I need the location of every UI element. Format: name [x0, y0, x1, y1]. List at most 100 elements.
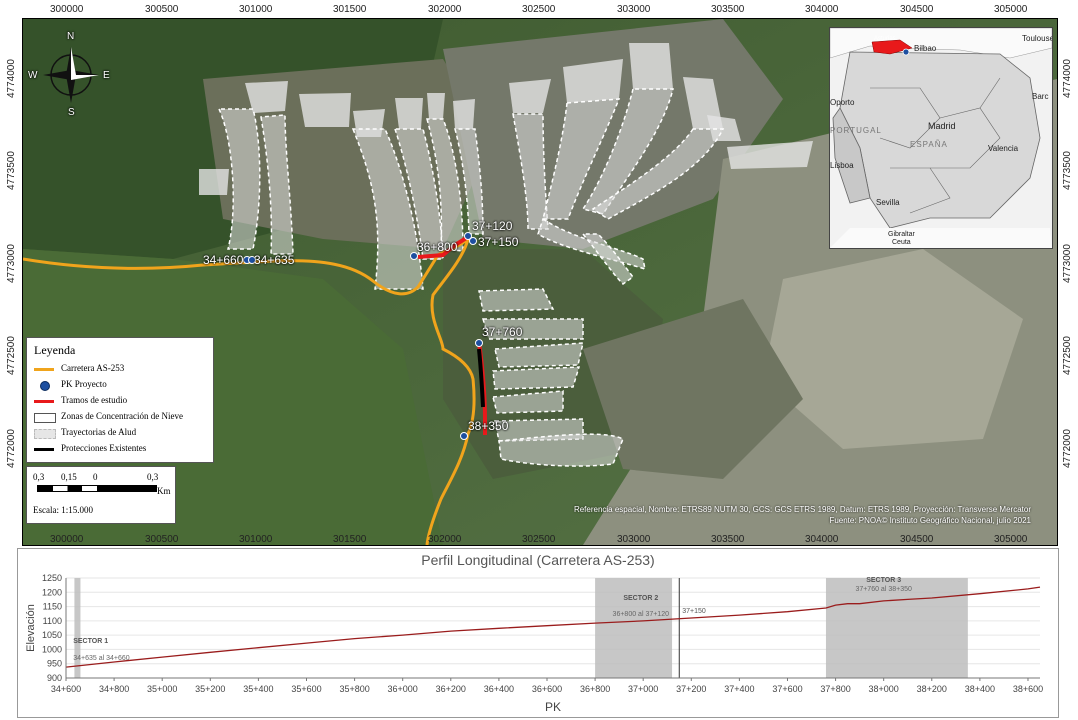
x-coord: 303500: [711, 4, 745, 15]
x-tick-label: 37+200: [676, 684, 706, 694]
x-tick-label: 37+400: [724, 684, 754, 694]
sector-shade: [74, 578, 81, 678]
x-tick-label: 38+000: [869, 684, 899, 694]
pk-marker-label: 37+150: [682, 608, 706, 615]
y-tick-label: 950: [47, 659, 62, 669]
y-coord: 4773500: [6, 151, 17, 190]
scale-tick: 0,3: [147, 472, 159, 482]
legend-item-snow-zone: Zonas de Concentración de Nieve: [34, 411, 210, 423]
credit-line-2: Fuente: PNOA© Instituto Geográfico Nacio…: [829, 516, 1031, 525]
legend-label: Trayectorias de Alud: [61, 427, 137, 437]
scale-tick: 0,15: [61, 472, 77, 482]
x-tick-label: 37+800: [820, 684, 850, 694]
pk-label: 34+660: [203, 253, 244, 267]
x-tick-label: 36+600: [532, 684, 562, 694]
x-coord: 300500: [145, 534, 179, 545]
x-coord: 300000: [50, 4, 84, 15]
inset-label: Lisboa: [830, 161, 854, 170]
y-coord: 4774000: [1062, 59, 1073, 98]
east-label: E: [103, 70, 110, 81]
legend-item-road: Carretera AS-253: [34, 363, 210, 375]
x-coord: 304000: [805, 4, 839, 15]
legend-label: PK Proyecto: [61, 379, 107, 389]
pk-label: 37+150: [478, 235, 519, 249]
inset-label: Ceuta: [892, 239, 911, 246]
legend-item-pk: PK Proyecto: [34, 379, 210, 391]
x-tick-label: 35+000: [147, 684, 177, 694]
pk-label: 36+800: [417, 240, 458, 254]
x-axis-title: PK: [545, 700, 561, 714]
scale-tick: 0,3: [33, 472, 45, 482]
pk-label: 34+635: [254, 253, 295, 267]
legend-item-avalanche: Trayectorias de Alud: [34, 427, 210, 439]
x-coord: 303000: [617, 4, 651, 15]
y-tick-label: 1050: [42, 630, 62, 640]
sector-label: SECTOR 2: [623, 595, 658, 602]
sector-label: SECTOR 3: [866, 577, 901, 584]
inset-label: Oporto: [830, 98, 855, 107]
x-tick-label: 34+600: [51, 684, 81, 694]
map-legend: Leyenda Carretera AS-253 PK Proyecto Tra…: [26, 337, 214, 463]
x-coord: 302000: [428, 4, 462, 15]
y-coord: 4773000: [1062, 244, 1073, 283]
legend-label: Protecciones Existentes: [61, 443, 147, 453]
inset-label: Asturias: [874, 36, 896, 42]
inset-label: Gibraltar: [888, 231, 915, 238]
pk-label: 38+350: [468, 419, 509, 433]
y-tick-label: 1100: [43, 616, 62, 626]
x-coord: 305000: [994, 534, 1028, 545]
credit-line-1: Referencia espacial, Nombre: ETRS89 NUTM…: [573, 505, 1031, 514]
y-coord: 4772000: [6, 429, 17, 468]
legend-title: Leyenda: [34, 343, 76, 357]
y-coord: 4772500: [6, 336, 17, 375]
legend-label: Carretera AS-253: [61, 363, 125, 373]
south-label: S: [68, 107, 75, 118]
x-coord: 301500: [333, 4, 367, 15]
legend-label: Zonas de Concentración de Nieve: [61, 411, 183, 421]
scale-bar: 0,3 0,15 0 0,3 Km Escala: 1:15.000: [26, 466, 176, 524]
legend-label: Tramos de estudio: [61, 395, 128, 405]
inset-label: Toulouse: [1022, 34, 1053, 43]
scale-unit: Km: [157, 486, 171, 496]
x-coord: 303500: [711, 534, 745, 545]
y-tick-label: 1150: [43, 602, 62, 612]
y-tick-label: 1250: [42, 573, 62, 583]
inset-label: Madrid: [928, 121, 956, 131]
x-coord: 305000: [994, 4, 1028, 15]
scale-tick: 0: [93, 472, 98, 482]
x-tick-label: 36+000: [388, 684, 418, 694]
x-coord: 301000: [239, 4, 273, 15]
x-coord: 303000: [617, 534, 651, 545]
x-coord: 301000: [239, 534, 273, 545]
scale-text: Escala: 1:15.000: [33, 505, 93, 515]
x-tick-label: 35+600: [291, 684, 321, 694]
x-coord: 302500: [522, 534, 556, 545]
x-tick-label: 38+200: [917, 684, 947, 694]
x-tick-label: 36+200: [436, 684, 466, 694]
inset-label: Sevilla: [876, 198, 900, 207]
x-coord: 304500: [900, 534, 934, 545]
x-coord: 304000: [805, 534, 839, 545]
x-tick-label: 35+200: [195, 684, 225, 694]
y-coord: 4772500: [1062, 336, 1073, 375]
x-tick-label: 34+800: [99, 684, 129, 694]
x-tick-label: 35+800: [339, 684, 369, 694]
profile-chart: 1250 1200 1150 1100 1050 1000 950 900 SECTOR 1 34…: [25, 573, 1043, 714]
scale-bar-graphic: [37, 485, 157, 492]
x-coord: 301500: [333, 534, 367, 545]
inset-label: Barc: [1032, 92, 1049, 101]
x-tick-label: 36+400: [484, 684, 514, 694]
x-coord: 304500: [900, 4, 934, 15]
inset-map-drawing: [830, 28, 1052, 248]
y-coord: 4774000: [6, 59, 17, 98]
x-tick-label: 37+600: [772, 684, 802, 694]
y-axis-title: Elevación: [25, 604, 37, 652]
y-coord: 4772000: [1062, 429, 1073, 468]
inset-label: Bilbao: [914, 44, 937, 53]
y-tick-label: 1000: [42, 644, 62, 654]
inset-map: Toulouse Bilbao Asturias Oporto PORTUGAL…: [829, 27, 1053, 249]
x-tick-label: 38+600: [1013, 684, 1043, 694]
legend-item-protections: Protecciones Existentes: [34, 443, 210, 455]
x-tick-label: 35+400: [243, 684, 273, 694]
inset-label: ESPAÑA: [910, 140, 948, 149]
